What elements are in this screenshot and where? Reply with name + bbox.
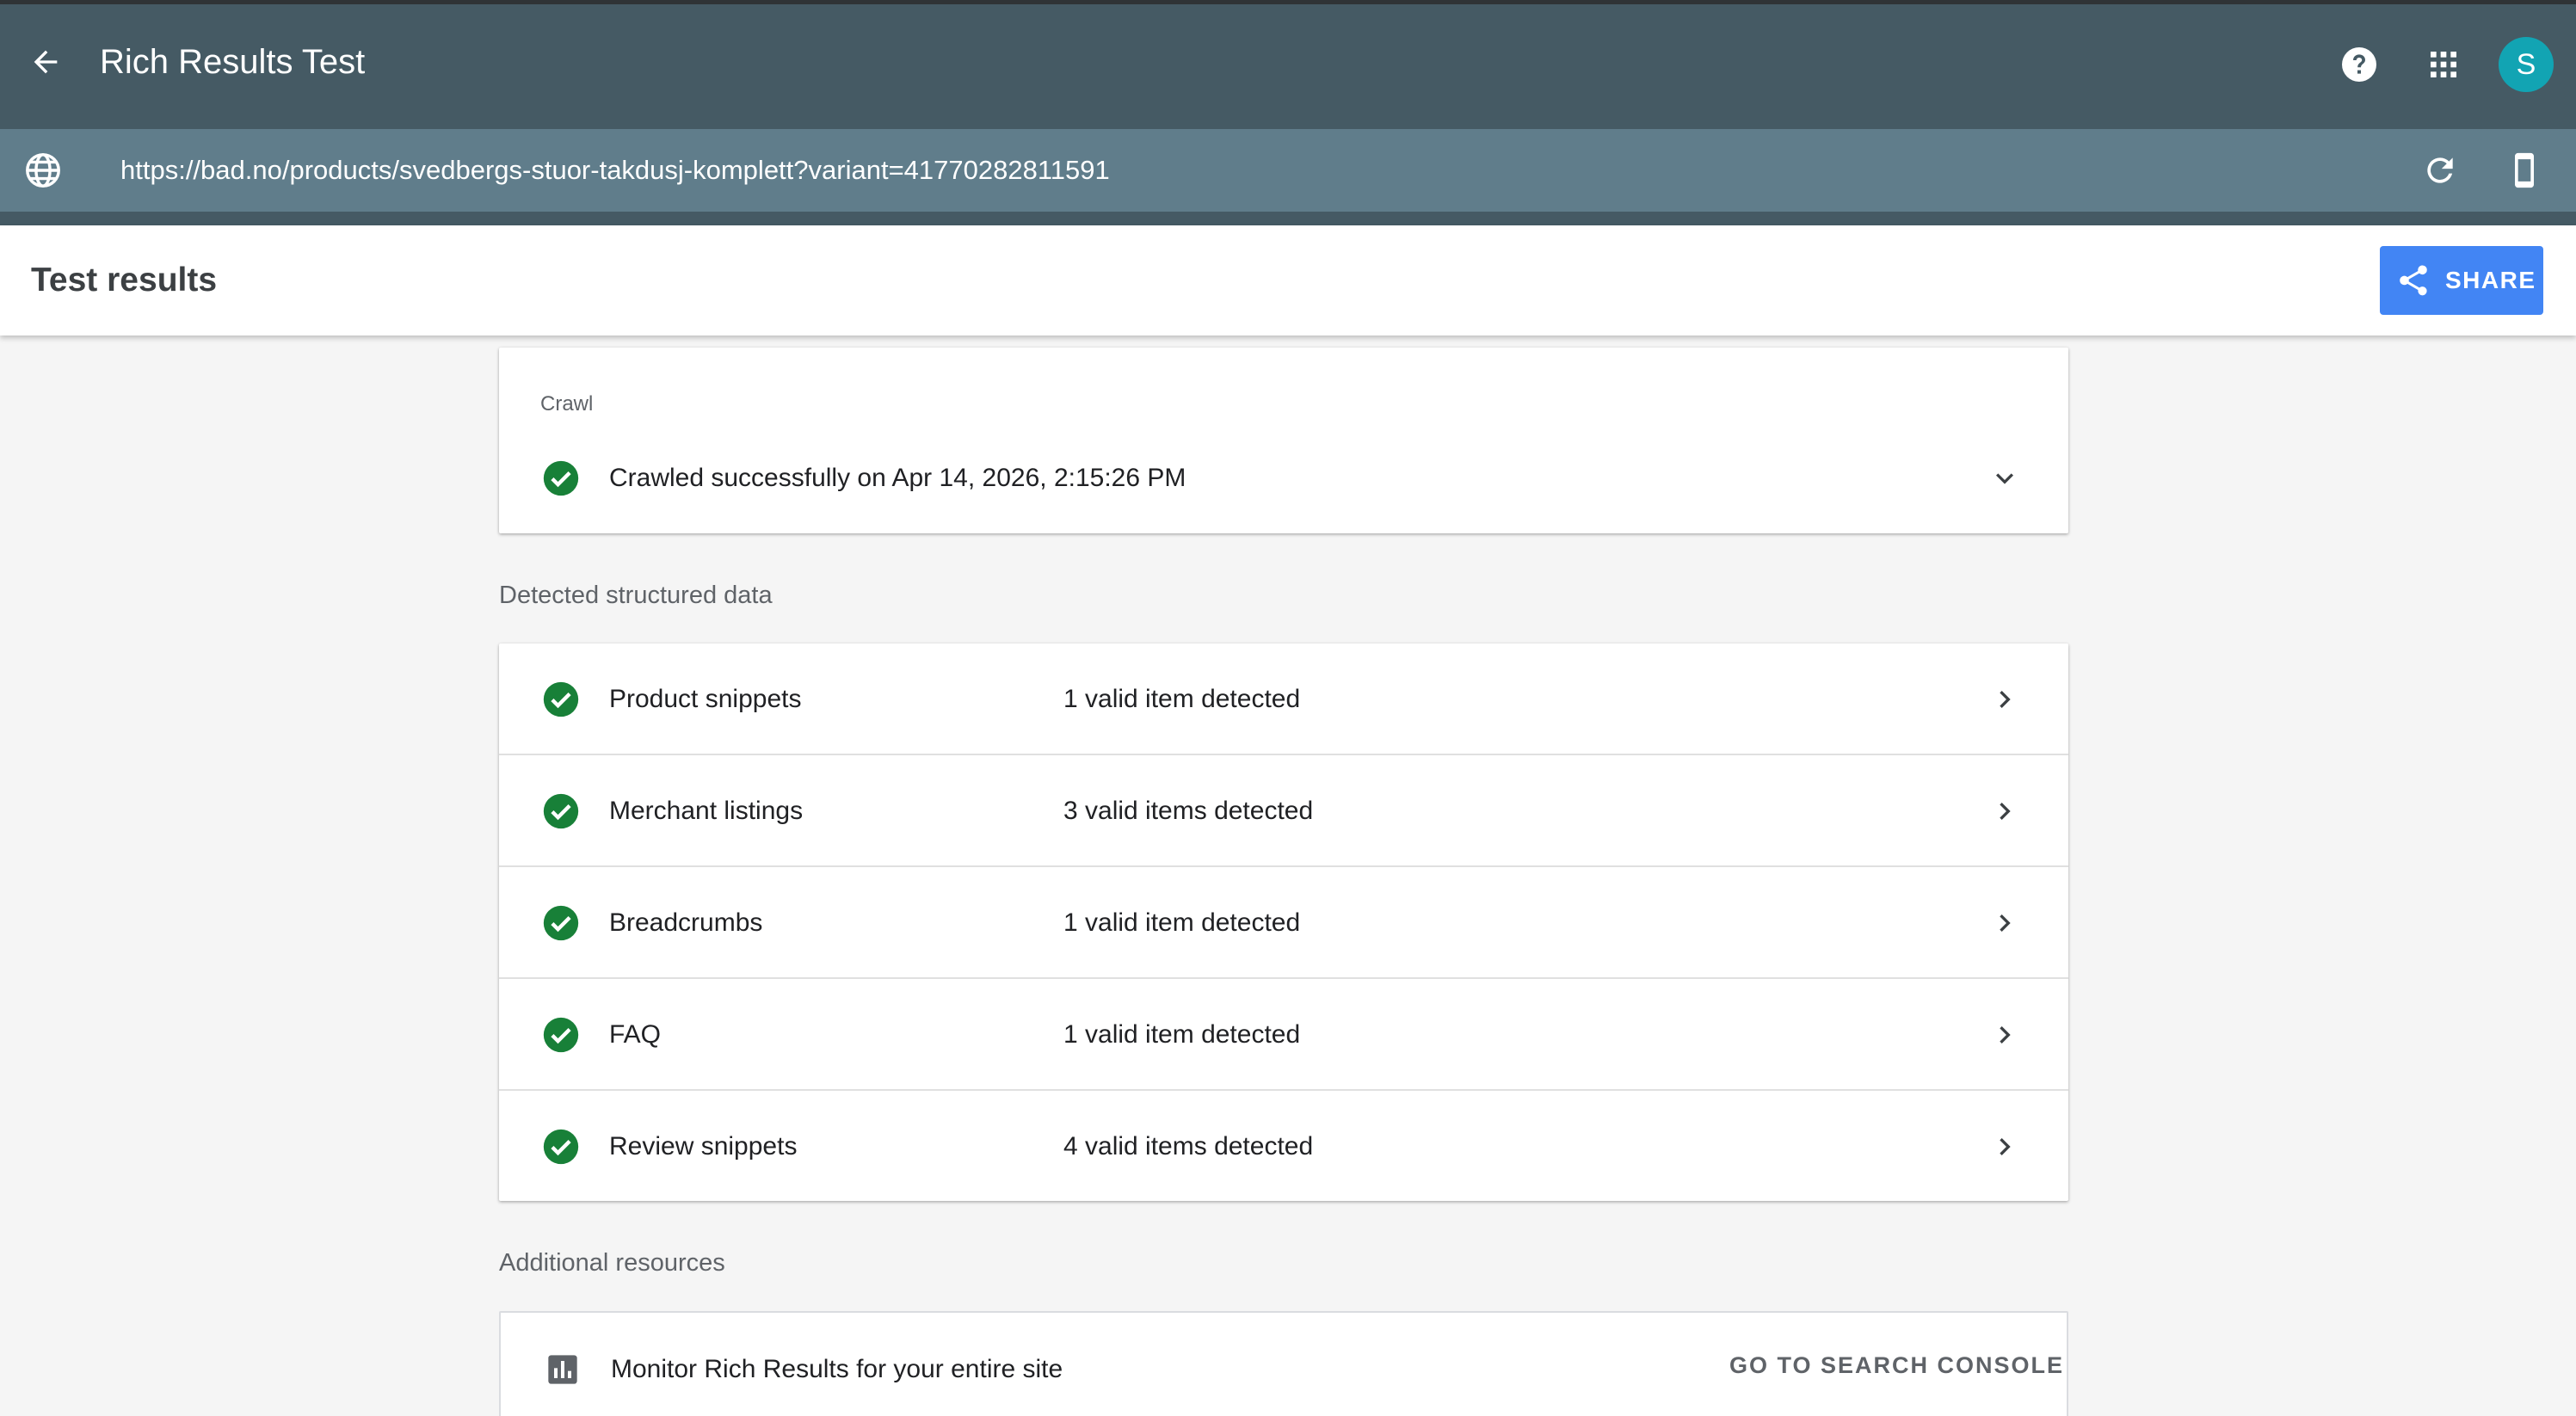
share-icon (2400, 265, 2427, 296)
apps-button[interactable] (2416, 37, 2471, 92)
share-button[interactable]: SHARE (2380, 246, 2543, 315)
go-to-search-console-link[interactable]: GO TO SEARCH CONSOLE (1729, 1352, 2064, 1379)
rich-results-app: Rich Results Test S https://bad.no/produ… (0, 0, 2576, 1416)
smartphone-icon (2515, 152, 2534, 188)
help-button[interactable] (2332, 37, 2387, 92)
search-console-card: Monitor Rich Results for your entire sit… (499, 1311, 2068, 1416)
share-button-label: SHARE (2445, 267, 2536, 293)
structured-data-list: Product snippets 1 valid item detected M… (499, 643, 2068, 1201)
item-status: 1 valid item detected (1063, 685, 1301, 713)
list-item-breadcrumbs[interactable]: Breadcrumbs 1 valid item detected (499, 867, 2068, 979)
help-icon (2342, 47, 2376, 82)
structured-data-heading: Detected structured data (499, 582, 773, 609)
list-item-faq[interactable]: FAQ 1 valid item detected (499, 979, 2068, 1091)
additional-resources-heading: Additional resources (499, 1249, 725, 1277)
list-item-product-snippets[interactable]: Product snippets 1 valid item detected (499, 643, 2068, 755)
item-status: 1 valid item detected (1063, 1020, 1301, 1049)
check-circle-icon (543, 905, 579, 941)
results-header: Test results SHARE (0, 225, 2576, 336)
chevron-right-icon (2000, 914, 2011, 932)
globe-icon (21, 148, 65, 193)
url-input[interactable]: https://bad.no/products/svedbergs-stuor-… (120, 150, 1110, 191)
arrow-back-icon (34, 50, 58, 74)
app-title: Rich Results Test (100, 43, 366, 81)
chevron-right-icon (2000, 1138, 2011, 1155)
item-name: Breadcrumbs (609, 908, 763, 937)
item-status: 3 valid items detected (1063, 797, 1314, 825)
chevron-right-icon (2000, 691, 2011, 708)
crawl-card[interactable]: Crawl Crawled successfully on Apr 14, 20… (499, 348, 2068, 533)
reload-icon (2427, 157, 2453, 183)
item-name: Merchant listings (609, 797, 804, 825)
list-item-review-snippets[interactable]: Review snippets 4 valid items detected (499, 1091, 2068, 1203)
monitor-text: Monitor Rich Results for your entire sit… (611, 1355, 1063, 1383)
item-name: Product snippets (609, 685, 802, 713)
chevron-down-icon[interactable] (1987, 461, 2022, 496)
check-circle-icon (543, 460, 579, 496)
item-status: 1 valid item detected (1063, 908, 1301, 937)
list-item-merchant-listings[interactable]: Merchant listings 3 valid items detected (499, 755, 2068, 867)
back-button[interactable] (19, 35, 72, 89)
check-circle-icon (543, 1017, 579, 1053)
account-avatar[interactable]: S (2499, 37, 2554, 92)
check-circle-icon (543, 793, 579, 829)
item-status: 4 valid items detected (1063, 1132, 1314, 1161)
apps-grid-icon (2431, 52, 2456, 77)
check-circle-icon (543, 681, 579, 717)
top-app-bar: Rich Results Test S (0, 0, 2576, 129)
reload-button[interactable] (2416, 146, 2464, 194)
chevron-right-icon (2000, 1026, 2011, 1044)
device-toggle-button[interactable] (2500, 146, 2548, 194)
item-name: FAQ (609, 1020, 662, 1049)
check-circle-icon (543, 1129, 579, 1165)
chevron-right-icon (2000, 803, 2011, 820)
page-title: Test results (31, 262, 218, 299)
item-name: Review snippets (609, 1132, 798, 1161)
crawl-status: Crawled successfully on Apr 14, 2026, 2:… (609, 464, 1186, 492)
bar-chart-icon (548, 1355, 577, 1384)
url-bar: https://bad.no/products/svedbergs-stuor-… (0, 129, 2576, 225)
crawl-label: Crawl (540, 392, 594, 416)
